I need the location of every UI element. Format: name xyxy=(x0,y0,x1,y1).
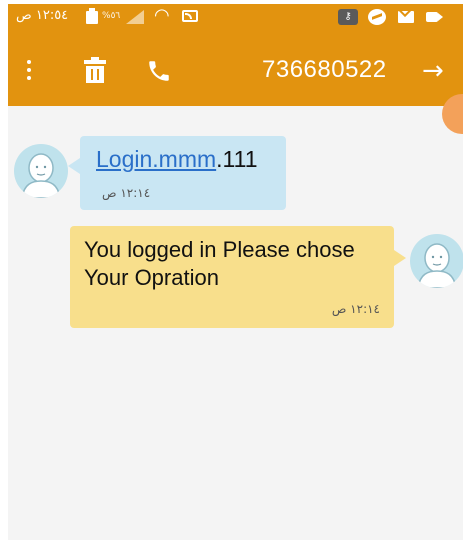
wifi-icon: ◠ xyxy=(154,5,170,26)
messaging-screen: ١٢:٥٤ ص %٥٦ ◠ ⚷ 736680522 → Login.mmm.11… xyxy=(8,4,463,540)
cast-icon xyxy=(182,10,198,22)
mail-icon xyxy=(398,11,414,23)
message-link[interactable]: Login.mmm xyxy=(96,146,216,172)
outgoing-message-bubble[interactable]: You logged in Please chose Your Opration… xyxy=(70,226,406,328)
trash-icon xyxy=(84,57,106,64)
status-bar: ١٢:٥٤ ص %٥٦ ◠ ⚷ xyxy=(8,4,463,30)
message-suffix: .111 xyxy=(216,146,258,172)
signal-icon xyxy=(126,10,144,24)
battery-icon xyxy=(86,8,98,24)
call-button[interactable] xyxy=(146,58,172,84)
message-timestamp: ١٢:١٤ ص xyxy=(331,302,380,316)
delete-button[interactable] xyxy=(84,57,106,84)
conversation-toolbar: 736680522 → xyxy=(8,30,463,106)
status-time: ١٢:٥٤ ص xyxy=(16,8,69,23)
overflow-menu-button[interactable] xyxy=(24,60,34,82)
forward-button[interactable]: → xyxy=(422,56,444,86)
outgoing-message-text: You logged in Please chose Your Opration xyxy=(84,237,355,290)
incoming-message-text: Login.mmm.111 xyxy=(96,146,258,173)
message-timestamp: ١٢:١٤ ص xyxy=(102,186,151,200)
contact-phone-number: 736680522 xyxy=(262,56,387,83)
contact-avatar[interactable] xyxy=(14,144,68,198)
person-icon xyxy=(417,243,457,288)
messenger-icon xyxy=(368,9,386,25)
arrow-right-icon: → xyxy=(422,56,444,86)
my-avatar[interactable] xyxy=(410,234,463,288)
battery-percent: %٥٦ xyxy=(102,11,121,21)
more-vert-icon xyxy=(27,60,31,64)
incoming-message-bubble[interactable]: Login.mmm.111 ١٢:١٤ ص xyxy=(68,136,286,210)
phone-icon xyxy=(149,61,169,81)
key-icon: ⚷ xyxy=(338,9,358,25)
video-camera-icon xyxy=(426,12,443,22)
person-icon xyxy=(21,153,61,198)
